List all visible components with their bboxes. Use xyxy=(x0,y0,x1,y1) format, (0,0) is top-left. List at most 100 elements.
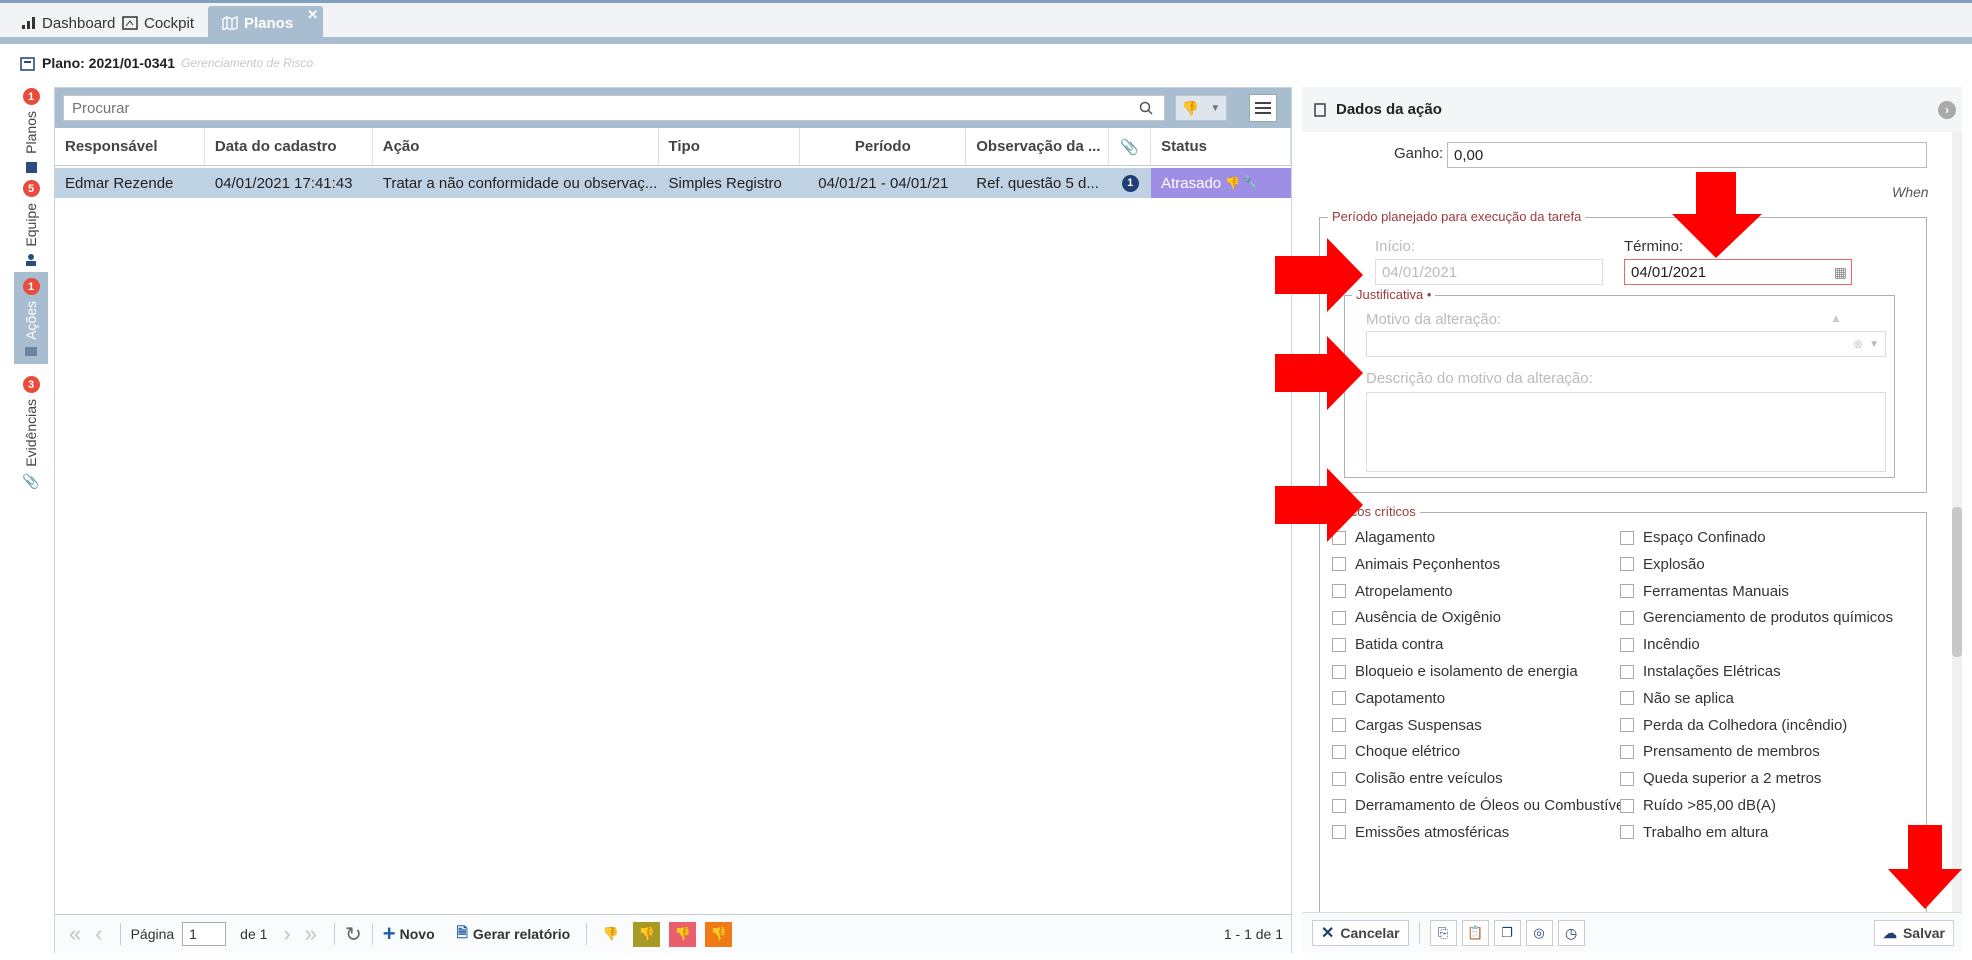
checkbox-box[interactable] xyxy=(1332,825,1346,840)
search-input[interactable] xyxy=(63,95,1165,121)
risco-checkbox[interactable]: Não se aplica xyxy=(1620,690,1734,707)
side-tab-equipe[interactable]: 5 Equipe xyxy=(14,180,48,267)
checkbox-box[interactable] xyxy=(1620,584,1634,599)
cell-anexos[interactable]: 1 xyxy=(1109,168,1151,198)
filter-thumbs-olive[interactable]: 👎 xyxy=(633,921,661,947)
page-input[interactable]: 1 xyxy=(182,922,227,946)
plan-subtitle: Gerenciamento de Risco xyxy=(181,56,314,70)
checkbox-box[interactable] xyxy=(1620,718,1634,733)
risco-checkbox[interactable]: Colisão entre veículos xyxy=(1332,770,1503,787)
target-button[interactable]: ◎ xyxy=(1525,920,1553,946)
inicio-field[interactable]: 04/01/2021 xyxy=(1375,259,1603,285)
descricao-textarea[interactable] xyxy=(1366,392,1886,472)
checkbox-box[interactable] xyxy=(1620,610,1634,625)
checkbox-box[interactable] xyxy=(1620,798,1634,813)
history-button[interactable]: ◷ xyxy=(1557,920,1585,946)
panel-scrollbar-thumb[interactable] xyxy=(1952,507,1962,657)
checkbox-box[interactable] xyxy=(1332,637,1346,652)
risco-checkbox[interactable]: Queda superior a 2 metros xyxy=(1620,770,1821,787)
col-acao[interactable]: Ação xyxy=(373,128,659,165)
checkbox-box[interactable] xyxy=(1332,798,1346,813)
risco-checkbox[interactable]: Capotamento xyxy=(1332,690,1445,707)
risco-checkbox[interactable]: Incêndio xyxy=(1620,636,1700,653)
tab-dashboard[interactable]: Dashboard xyxy=(22,6,115,40)
risco-checkbox[interactable]: Ferramentas Manuais xyxy=(1620,583,1789,600)
checkbox-box[interactable] xyxy=(1332,610,1346,625)
risco-checkbox[interactable]: Prensamento de membros xyxy=(1620,743,1820,760)
search-icon[interactable] xyxy=(1139,101,1153,115)
grid-pager: « ‹ Página 1 de 1 › » ↻ + Novo 🗎 Gerar rel… xyxy=(55,914,1291,953)
risco-checkbox[interactable]: Batida contra xyxy=(1332,636,1443,653)
checkbox-box[interactable] xyxy=(1620,530,1634,545)
risco-checkbox[interactable]: Trabalho em altura xyxy=(1620,824,1768,841)
col-status[interactable]: Status xyxy=(1151,128,1291,165)
checkbox-box[interactable] xyxy=(1620,557,1634,572)
clear-icon[interactable]: ⊗ xyxy=(1853,337,1863,351)
col-responsavel[interactable]: Responsável xyxy=(55,128,205,165)
risco-checkbox[interactable]: Derramamento de Óleos ou Combustível xyxy=(1332,797,1628,814)
risco-checkbox[interactable]: Bloqueio e isolamento de energia xyxy=(1332,663,1578,680)
risco-checkbox[interactable]: Ruído >85,00 dB(A) xyxy=(1620,797,1776,814)
new-button[interactable]: + Novo xyxy=(383,921,435,947)
risco-checkbox[interactable]: Espaço Confinado xyxy=(1620,529,1766,546)
checkbox-box[interactable] xyxy=(1620,637,1634,652)
col-tipo[interactable]: Tipo xyxy=(659,128,801,165)
risco-checkbox[interactable]: Gerenciamento de produtos químicos xyxy=(1620,609,1893,626)
table-row[interactable]: Edmar Rezende 04/01/2021 17:41:43 Tratar… xyxy=(55,168,1291,198)
copy-button[interactable]: ⎘ xyxy=(1429,920,1457,946)
col-data[interactable]: Data do cadastro xyxy=(205,128,373,165)
paste-button[interactable]: 📋 xyxy=(1461,920,1489,946)
risco-checkbox[interactable]: Atropelamento xyxy=(1332,583,1453,600)
risco-checkbox[interactable]: Cargas Suspensas xyxy=(1332,717,1482,734)
checkbox-box[interactable] xyxy=(1332,691,1346,706)
last-page-icon[interactable]: » xyxy=(305,921,317,947)
cancel-button[interactable]: ✕ Cancelar xyxy=(1312,920,1409,946)
risco-label: Explosão xyxy=(1643,555,1705,573)
risco-checkbox[interactable]: Ausência de Oxigênio xyxy=(1332,609,1501,626)
first-page-icon[interactable]: « xyxy=(69,921,81,947)
risco-checkbox[interactable]: Choque elétrico xyxy=(1332,743,1460,760)
termino-field[interactable]: 04/01/2021 ▦ xyxy=(1624,259,1852,285)
checkbox-box[interactable] xyxy=(1620,771,1634,786)
checkbox-box[interactable] xyxy=(1620,664,1634,679)
side-tab-planos[interactable]: 1 Planos xyxy=(14,88,48,174)
risco-checkbox[interactable]: Emissões atmosféricas xyxy=(1332,824,1509,841)
side-tab-acoes[interactable]: 1 Ações xyxy=(14,272,48,364)
filter-thumbs-blue[interactable]: 👎 xyxy=(597,922,624,947)
risco-checkbox[interactable]: Animais Peçonhentos xyxy=(1332,556,1500,573)
columns-menu-button[interactable] xyxy=(1249,94,1277,122)
filter-dropdown[interactable]: 👎 ▼ xyxy=(1175,95,1227,121)
close-tab-icon[interactable]: ✕ xyxy=(307,7,318,23)
prev-page-icon[interactable]: ‹ xyxy=(95,921,102,947)
refresh-icon[interactable]: ↻ xyxy=(345,922,362,947)
motivo-select[interactable]: ⊗ ▼ xyxy=(1366,331,1886,357)
ganho-field[interactable]: 0,00 xyxy=(1447,142,1927,168)
risco-checkbox[interactable]: Explosão xyxy=(1620,556,1705,573)
duplicate-button[interactable]: ❐ xyxy=(1493,920,1521,946)
cell-data: 04/01/2021 17:41:43 xyxy=(214,174,353,192)
col-observacao[interactable]: Observação da ... xyxy=(966,128,1110,165)
tab-planos[interactable]: Planos ✕ xyxy=(208,6,324,40)
report-button[interactable]: 🗎 Gerar relatório xyxy=(457,922,571,946)
checkbox-box[interactable] xyxy=(1332,664,1346,679)
filter-thumbs-red[interactable]: 👎 xyxy=(669,921,697,947)
risco-checkbox[interactable]: Perda da Colhedora (incêndio) xyxy=(1620,717,1847,734)
next-page-icon[interactable]: › xyxy=(283,921,290,947)
side-tab-evidencias[interactable]: 3 Evidências 📎 xyxy=(14,376,48,490)
risco-checkbox[interactable]: Instalações Elétricas xyxy=(1620,663,1781,680)
checkbox-box[interactable] xyxy=(1620,825,1634,840)
checkbox-box[interactable] xyxy=(1332,771,1346,786)
checkbox-box[interactable] xyxy=(1332,718,1346,733)
calendar-icon[interactable]: ▦ xyxy=(1834,264,1847,281)
checkbox-box[interactable] xyxy=(1332,584,1346,599)
checkbox-box[interactable] xyxy=(1332,557,1346,572)
col-periodo[interactable]: Período xyxy=(800,128,967,165)
tab-cockpit[interactable]: Cockpit xyxy=(122,6,194,40)
checkbox-box[interactable] xyxy=(1620,744,1634,759)
filter-thumbs-orange[interactable]: 👎 xyxy=(705,921,733,947)
checkbox-box[interactable] xyxy=(1620,691,1634,706)
save-button[interactable]: ☁ Salvar xyxy=(1873,920,1954,946)
collapse-panel-icon[interactable]: › xyxy=(1938,100,1956,119)
checkbox-box[interactable] xyxy=(1332,744,1346,759)
col-anexos[interactable]: 📎 xyxy=(1109,128,1152,165)
